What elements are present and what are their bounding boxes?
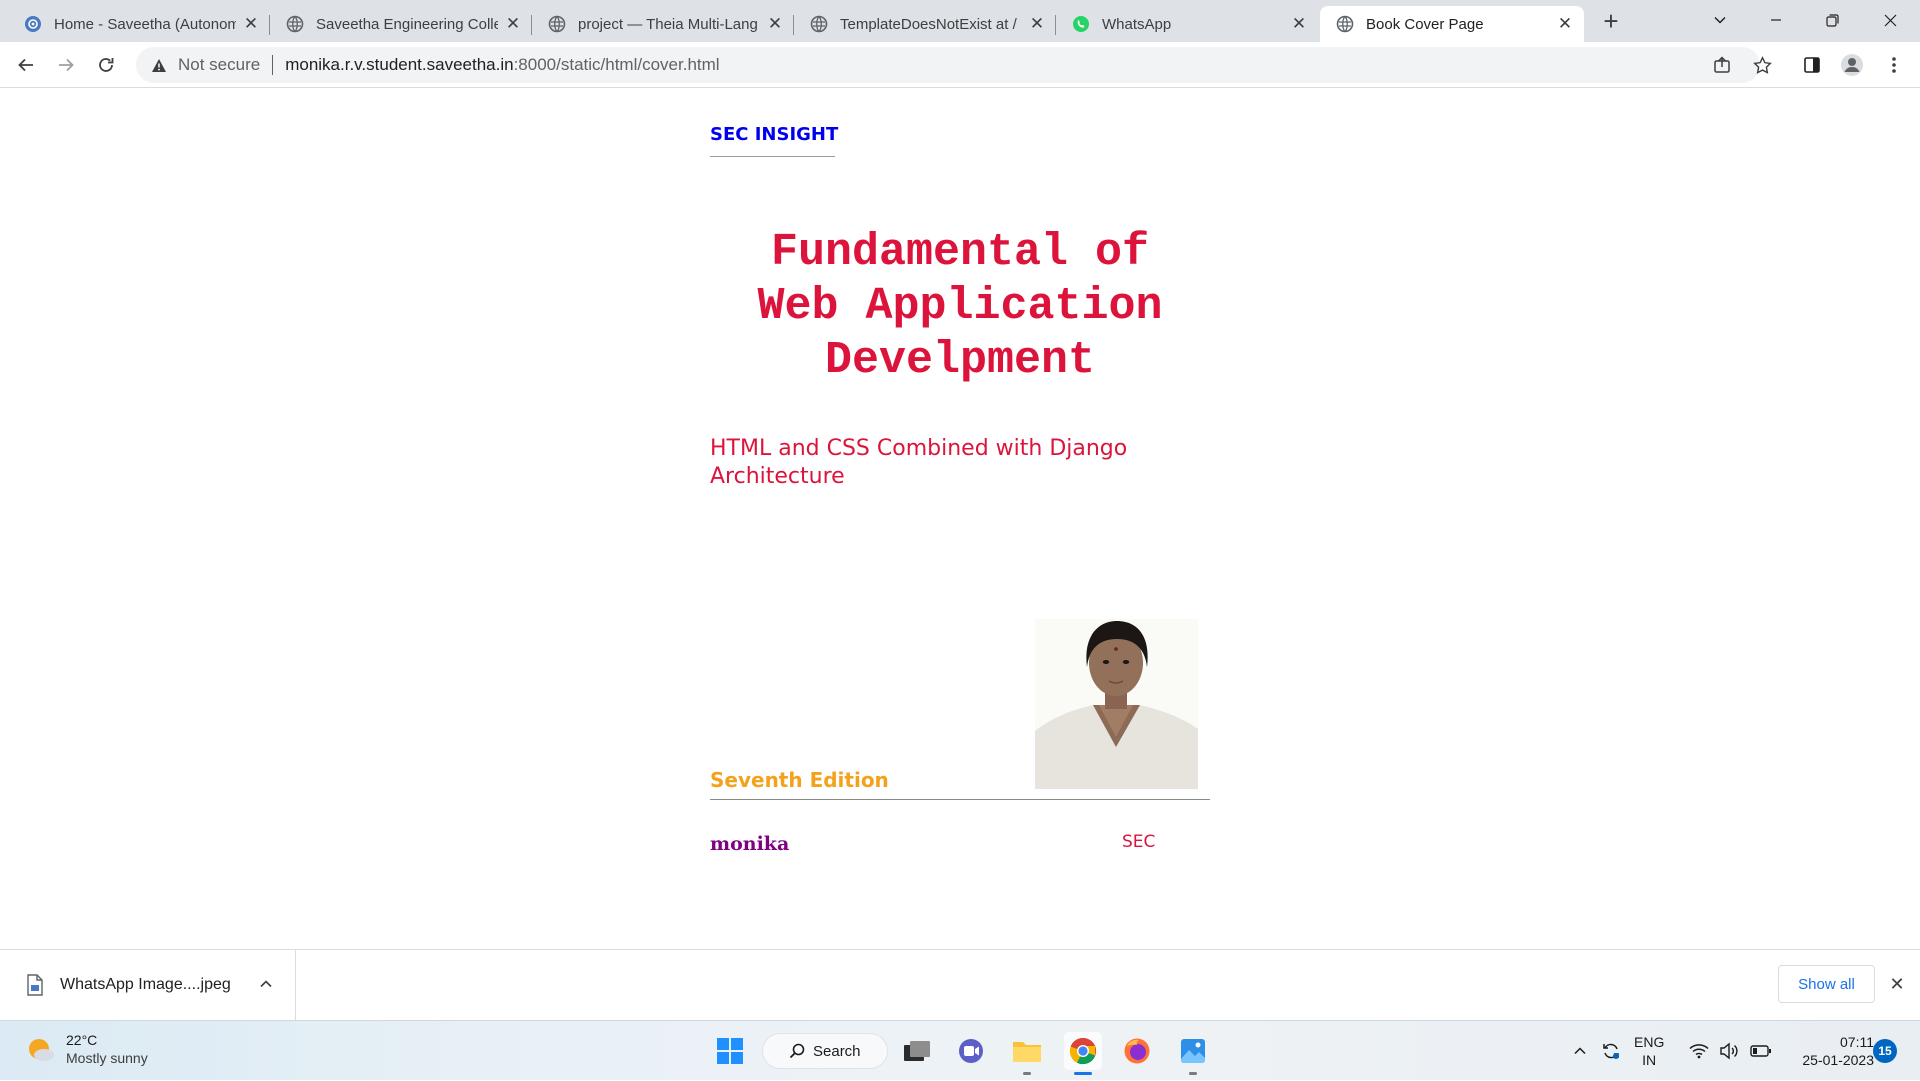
file-icon: [26, 974, 44, 996]
weather-condition: Mostly sunny: [66, 1050, 148, 1066]
battery-icon[interactable]: [1748, 1021, 1774, 1081]
tab-title: Book Cover Page: [1366, 15, 1484, 33]
partly-sunny-icon: [26, 1034, 56, 1064]
firefox-icon[interactable]: [1118, 1032, 1156, 1070]
chrome-icon[interactable]: [1064, 1032, 1102, 1075]
security-status-label[interactable]: Not secure: [178, 55, 260, 75]
publisher-name: SEC: [1122, 832, 1156, 852]
new-tab-button[interactable]: +: [1596, 6, 1626, 36]
minimize-window-button[interactable]: [1748, 0, 1804, 40]
tab-saveetha-engineering[interactable]: Saveetha Engineering Colle ✕: [270, 6, 532, 42]
warning-triangle-icon[interactable]: [150, 56, 168, 74]
tab-template-error[interactable]: TemplateDoesNotExist at / ✕: [794, 6, 1056, 42]
close-tab-icon[interactable]: ✕: [504, 14, 522, 33]
file-explorer-icon[interactable]: [1008, 1032, 1046, 1075]
saveetha-logo-icon: [24, 15, 42, 33]
sync-icon[interactable]: [1598, 1021, 1624, 1081]
tab-title: Saveetha Engineering Colle: [316, 15, 498, 33]
tab-title: Home - Saveetha (Autonom: [54, 15, 236, 33]
author-photo: [1035, 619, 1198, 789]
book-cover-page: SEC INSIGHT Fundamental of Web Applicati…: [0, 89, 1920, 949]
tab-strip: Home - Saveetha (Autonom ✕ Saveetha Engi…: [0, 0, 1920, 42]
forward-arrow-icon[interactable]: [50, 49, 82, 81]
chevron-up-icon[interactable]: [256, 974, 276, 994]
language-code: ENG: [1634, 1034, 1665, 1050]
book-title: Fundamental of Web Application Develpmen…: [700, 226, 1220, 388]
wifi-icon[interactable]: [1686, 1021, 1712, 1081]
close-window-button[interactable]: [1862, 0, 1918, 40]
download-item[interactable]: WhatsApp Image....jpeg: [0, 950, 296, 1020]
search-icon: [789, 1043, 805, 1059]
book-subtitle: HTML and CSS Combined with Django Archit…: [710, 436, 1128, 489]
globe-icon: [286, 15, 304, 33]
book-title-line: Web Application: [757, 281, 1163, 332]
tab-whatsapp[interactable]: WhatsApp ✕: [1056, 6, 1318, 42]
windows-taskbar: 22°C Mostly sunny Search ENG IN 07:11 25…: [0, 1020, 1920, 1080]
globe-icon: [548, 15, 566, 33]
globe-icon: [810, 15, 828, 33]
tab-title: project — Theia Multi-Lang: [578, 15, 758, 33]
input-language-indicator[interactable]: ENG IN: [1634, 1033, 1664, 1069]
tab-home-saveetha[interactable]: Home - Saveetha (Autonom ✕: [8, 6, 270, 42]
brand-name: SEC INSIGHT: [710, 124, 839, 145]
notification-badge[interactable]: 15: [1873, 1039, 1897, 1063]
region-code: IN: [1642, 1052, 1657, 1068]
reload-icon[interactable]: [90, 49, 122, 81]
weather-widget[interactable]: 22°C Mostly sunny: [26, 1031, 148, 1067]
profile-avatar-icon[interactable]: [1836, 49, 1868, 81]
photos-icon[interactable]: [1174, 1032, 1212, 1075]
whatsapp-icon: [1072, 15, 1090, 33]
search-label: Search: [813, 1042, 861, 1060]
url-path: :8000/static/html/cover.html: [513, 55, 720, 74]
teams-chat-icon[interactable]: [952, 1032, 990, 1070]
tab-theia-project[interactable]: project — Theia Multi-Lang ✕: [532, 6, 794, 42]
show-all-downloads-button[interactable]: Show all: [1778, 965, 1875, 1003]
brand-underline: [710, 156, 835, 157]
close-tab-icon[interactable]: ✕: [1028, 14, 1046, 33]
book-title-line: Fundamental of: [770, 227, 1150, 278]
url-host: monika.r.v.student.saveetha.in: [285, 55, 514, 74]
windows-start-icon[interactable]: [711, 1032, 749, 1070]
globe-icon: [1336, 15, 1354, 33]
book-title-line: Develpment: [824, 335, 1096, 386]
clock-time: 07:11: [1840, 1034, 1874, 1050]
weather-temperature: 22°C: [66, 1032, 98, 1048]
browser-toolbar: Not secure monika.r.v.student.saveetha.i…: [0, 42, 1920, 88]
download-shelf: WhatsApp Image....jpeg Show all ✕: [0, 949, 1920, 1020]
close-tab-icon[interactable]: ✕: [1556, 14, 1574, 33]
share-icon[interactable]: [1706, 49, 1738, 81]
kebab-menu-icon[interactable]: [1878, 49, 1910, 81]
taskbar-search-box[interactable]: Search: [762, 1033, 888, 1069]
restore-window-button[interactable]: [1804, 0, 1860, 40]
edition-label: Seventh Edition: [710, 768, 889, 792]
volume-icon[interactable]: [1716, 1021, 1742, 1081]
tab-title: TemplateDoesNotExist at /: [840, 15, 1017, 33]
address-bar[interactable]: Not secure monika.r.v.student.saveetha.i…: [136, 47, 1760, 83]
tab-book-cover-page[interactable]: Book Cover Page ✕: [1320, 6, 1584, 42]
close-tab-icon[interactable]: ✕: [766, 14, 784, 33]
back-arrow-icon[interactable]: [10, 49, 42, 81]
footer-divider: [710, 799, 1210, 800]
chevron-up-icon[interactable]: [1568, 1021, 1592, 1081]
side-panel-icon[interactable]: [1796, 49, 1828, 81]
close-shelf-icon[interactable]: ✕: [1886, 973, 1908, 995]
task-view-icon[interactable]: [898, 1032, 936, 1070]
author-name: monika: [710, 833, 790, 855]
download-file-name: WhatsApp Image....jpeg: [60, 976, 231, 993]
clock-date: 25-01-2023: [1802, 1052, 1874, 1068]
bookmark-star-icon[interactable]: [1746, 49, 1778, 81]
close-tab-icon[interactable]: ✕: [1290, 14, 1308, 33]
system-clock[interactable]: 07:11 25-01-2023: [1784, 1033, 1874, 1069]
tab-title: WhatsApp: [1102, 15, 1172, 33]
close-tab-icon[interactable]: ✕: [242, 14, 260, 33]
tab-search-chevron-icon[interactable]: [1692, 0, 1748, 40]
